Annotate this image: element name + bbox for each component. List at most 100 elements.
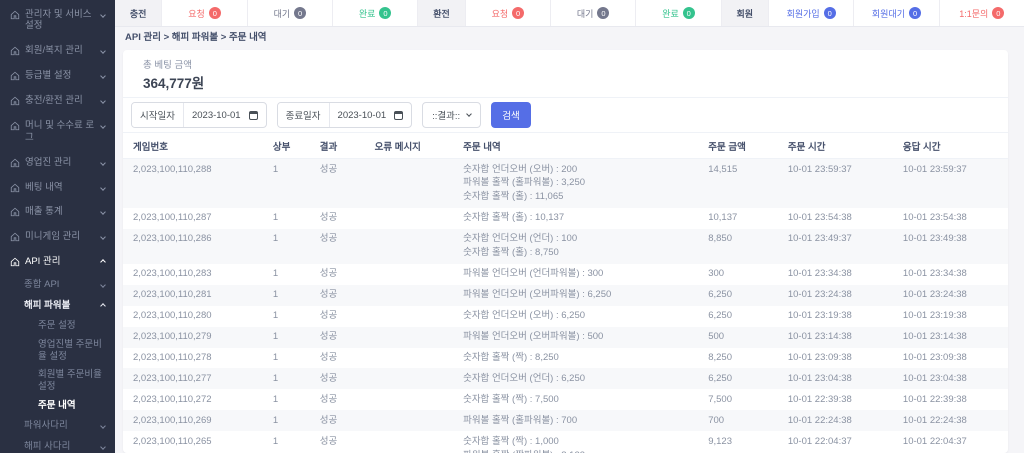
cell-error-message <box>365 368 454 389</box>
cell-order-detail: 숫자합 언더오버 (언더) : 100 숫자합 홀짝 (홀) : 8,750 <box>453 229 698 264</box>
order-detail-line: 숫자합 홀짝 (짝) : 7,500 <box>463 393 559 405</box>
cell-error-message <box>365 306 454 327</box>
column-header: 주문 시간 <box>777 133 893 159</box>
cell-order-time: 10-01 23:24:38 <box>787 289 852 301</box>
cell-game-no: 2,023,100,110,269 <box>133 414 212 426</box>
sidebar-menu-item-label: 미니게임 관리 <box>25 231 81 243</box>
sidebar-item-매출-통계[interactable]: 매출 통계 <box>0 200 115 225</box>
cell-upper: 1 <box>272 393 279 405</box>
tab-회원가입[interactable]: 회원가입 0 <box>769 0 855 26</box>
start-date-input[interactable]: 2023-10-01 <box>184 110 249 121</box>
sidebar-item-충전/환전-관리[interactable]: 충전/환전 관리 <box>0 89 115 114</box>
sidebar-item-주문-설정[interactable]: 주문 설정 <box>0 316 115 335</box>
cell-response-time: 10-01 22:04:37 <box>902 435 967 447</box>
tab-대기[interactable]: 대기 0 <box>247 0 333 26</box>
tab-대기[interactable]: 대기 0 <box>551 0 637 26</box>
tab-회원대기[interactable]: 회원대기 0 <box>854 0 940 26</box>
sidebar-menu-item-label: API 관리 <box>25 256 61 268</box>
tab-요청[interactable]: 요청 0 <box>465 0 551 26</box>
tab-1:1문의[interactable]: 1:1문의 0 <box>939 0 1024 26</box>
order-row: 2,023,100,110,278 1 성공 숫자합 홀짝 (짝) : 8,25… <box>123 348 1008 369</box>
result-select[interactable]: ::결과:: <box>422 102 482 128</box>
sidebar-item-미니게임-관리[interactable]: 미니게임 관리 <box>0 225 115 250</box>
top-tabbar: 충전 요청 0 대기 0 완료 0 환전 요청 0 대기 0 완료 0 회원 회… <box>115 0 1024 27</box>
cell-order-time: 10-01 22:04:37 <box>787 435 852 447</box>
sidebar-item-관리자-및-서비스-설정[interactable]: 관리자 및 서비스 설정 <box>0 2 115 39</box>
cell-error-message <box>365 264 454 285</box>
sidebar-item-베팅-내역[interactable]: 베팅 내역 <box>0 175 115 200</box>
sidebar-menu-item-label: 해피 사다리 <box>24 440 71 452</box>
sidebar-item-머니-및-수수료-로그[interactable]: 머니 및 수수료 로그 <box>0 113 115 150</box>
cell-order-amount: 500 <box>708 331 725 343</box>
chevron-up-icon <box>100 259 106 265</box>
cell-upper: 1 <box>272 289 279 301</box>
sidebar-item-주문-내역[interactable]: 주문 내역 <box>0 397 115 416</box>
top-tab-label: 요청 <box>491 8 509 19</box>
top-tab-label: 회원가입 <box>786 8 820 19</box>
tab-요청[interactable]: 요청 0 <box>162 0 248 26</box>
sidebar-item-회원/복지-관리[interactable]: 회원/복지 관리 <box>0 39 115 64</box>
sidebar: 관리자 및 서비스 설정 회원/복지 관리 등급별 설정 충전/환전 관리 머니… <box>0 0 115 453</box>
sidebar-item-회원별-주문비율-설정[interactable]: 회원별 주문비율 설정 <box>0 366 115 397</box>
home-icon <box>10 71 20 81</box>
table-header-row: 게임번호 상부 결과 오류 메시지 주문 내역 주문 금액 주문 시간 응답 시간 <box>123 133 1008 159</box>
home-icon <box>10 10 20 20</box>
cell-game-no: 2,023,100,110,280 <box>133 310 212 322</box>
order-detail-line: 숫자합 홀짝 (홀) : 11,065 <box>463 191 564 203</box>
cell-game-no: 2,023,100,110,287 <box>133 212 212 224</box>
cell-response-time: 10-01 23:59:37 <box>902 163 967 175</box>
sidebar-item-영업진-관리[interactable]: 영업진 관리 <box>0 150 115 175</box>
cell-upper: 1 <box>272 268 279 280</box>
tab-완료[interactable]: 완료 0 <box>333 0 419 26</box>
chevron-down-icon <box>100 159 106 166</box>
cell-result: 성공 <box>319 435 338 447</box>
tab-충전[interactable]: 충전 <box>115 0 163 26</box>
order-detail-line: 파워볼 언더오버 (언더파워볼) : 300 <box>463 268 604 280</box>
cell-game-no: 2,023,100,110,272 <box>133 393 212 405</box>
cell-order-detail: 파워볼 언더오버 (오버파워볼) : 6,250 <box>453 285 698 306</box>
sidebar-item-등급별-설정[interactable]: 등급별 설정 <box>0 64 115 89</box>
calendar-icon[interactable] <box>394 110 404 120</box>
tab-완료[interactable]: 완료 0 <box>636 0 722 26</box>
sidebar-item-영업진별-주문비율-설정[interactable]: 영업진별 주문비율 설정 <box>0 335 115 366</box>
cell-order-detail: 숫자합 홀짝 (짝) : 8,250 <box>453 348 698 369</box>
top-tab-label: 환전 <box>433 8 450 19</box>
search-button[interactable]: 검색 <box>491 102 531 128</box>
sidebar-item-해피-사다리[interactable]: 해피 사다리 <box>0 436 115 453</box>
tab-환전[interactable]: 환전 <box>418 0 466 26</box>
chevron-down-icon <box>100 11 106 18</box>
home-icon <box>10 121 20 131</box>
tab-회원[interactable]: 회원 <box>721 0 769 26</box>
orders-table: 게임번호 상부 결과 오류 메시지 주문 내역 주문 금액 주문 시간 응답 시간 2,023… <box>123 133 1008 453</box>
cell-order-time: 10-01 22:39:38 <box>787 393 852 405</box>
cell-result: 성공 <box>319 268 338 280</box>
sidebar-item-파워사다리[interactable]: 파워사다리 <box>0 416 115 437</box>
sidebar-item-해피-파워볼[interactable]: 해피 파워볼 <box>0 295 115 316</box>
sidebar-menu-item-label: 주문 내역 <box>38 400 76 412</box>
cell-result: 성공 <box>319 233 338 245</box>
cell-error-message <box>365 159 454 208</box>
cell-order-detail: 숫자합 홀짝 (홀) : 10,137 <box>453 208 698 229</box>
top-tab-label: 요청 <box>188 8 205 19</box>
order-detail-line: 숫자합 홀짝 (짝) : 1,000 <box>463 435 559 447</box>
chevron-down-icon <box>100 444 106 450</box>
content-area: 총 베팅 금액 364,777원 시작일자 2023-10-01 종료일자 20… <box>115 49 1024 453</box>
home-icon <box>10 158 20 168</box>
cell-game-no: 2,023,100,110,265 <box>133 435 212 447</box>
cell-result: 성공 <box>319 414 338 426</box>
count-badge: 0 <box>823 7 836 19</box>
sidebar-menu-item-label: 등급별 설정 <box>25 70 72 82</box>
end-date-input[interactable]: 2023-10-01 <box>330 110 395 121</box>
cell-order-time: 10-01 23:09:38 <box>787 352 852 364</box>
sidebar-item-API-관리[interactable]: API 관리 <box>0 250 115 275</box>
column-header: 게임번호 <box>123 133 263 159</box>
sidebar-menu-item-label: 영업진별 주문비율 설정 <box>38 338 102 362</box>
calendar-icon[interactable] <box>248 110 258 120</box>
cell-response-time: 10-01 22:39:38 <box>902 393 967 405</box>
chevron-down-icon <box>100 48 106 55</box>
cell-order-time: 10-01 23:34:38 <box>787 268 852 280</box>
sidebar-item-종합-API[interactable]: 종합 API <box>0 275 115 296</box>
cell-order-amount: 7,500 <box>708 393 732 405</box>
cell-order-amount: 8,250 <box>708 352 732 364</box>
orders-card: 총 베팅 금액 364,777원 시작일자 2023-10-01 종료일자 20… <box>123 50 1008 453</box>
